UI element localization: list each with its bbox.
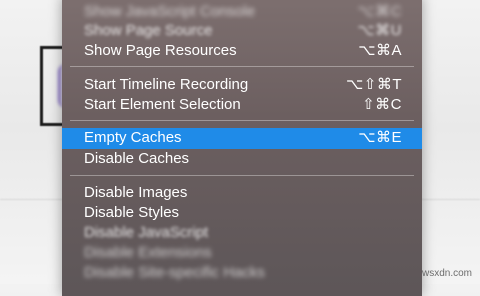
menu-item-label: Disable Images: [84, 184, 188, 201]
menu-separator: [70, 66, 414, 67]
menu-item-label: Show Page Resources: [84, 42, 237, 59]
menu-item-label: Empty Caches: [84, 129, 182, 146]
menu-item-disable-extensions[interactable]: Disable Extensions: [62, 243, 422, 263]
menu-separator: [70, 175, 414, 176]
menu-item-label: Disable Styles: [84, 204, 180, 221]
menu-item-label: Start Element Selection: [84, 96, 241, 113]
menu-item-show-javascript-console[interactable]: Show JavaScript Console ⌥⌘C: [62, 2, 422, 22]
menu-item-disable-javascript[interactable]: Disable JavaScript: [62, 223, 422, 243]
develop-menu: Show JavaScript Console ⌥⌘C Show Page So…: [62, 0, 422, 296]
menu-item-disable-site-hacks[interactable]: Disable Site-specific Hacks: [62, 263, 422, 283]
menu-item-label: Disable Caches: [84, 150, 190, 167]
menu-item-label: Disable Extensions: [84, 244, 212, 261]
menu-item-label: Show JavaScript Console: [84, 3, 255, 20]
menu-separator: [70, 120, 414, 121]
menu-item-start-timeline-recording[interactable]: Start Timeline Recording ⌥⇧⌘T: [62, 75, 422, 95]
menu-item-label: Start Timeline Recording: [84, 76, 249, 93]
menu-item-shortcut: ⌥⌘U: [357, 22, 402, 39]
menu-item-shortcut: ⌥⇧⌘T: [345, 76, 402, 93]
menu-item-disable-caches[interactable]: Disable Caches: [62, 149, 422, 169]
menu-item-shortcut: ⌥⌘A: [358, 42, 402, 59]
menu-item-label: Disable Site-specific Hacks: [84, 264, 265, 281]
watermark: wsxdn.com: [421, 268, 472, 279]
menu-item-shortcut: ⇧⌘C: [362, 96, 402, 113]
menu-item-disable-styles[interactable]: Disable Styles: [62, 203, 422, 223]
menu-item-shortcut: ⌥⌘E: [358, 129, 402, 146]
menu-item-show-page-source[interactable]: Show Page Source ⌥⌘U: [62, 21, 422, 41]
menu-item-start-element-selection[interactable]: Start Element Selection ⇧⌘C: [62, 95, 422, 115]
menu-item-shortcut: ⌥⌘C: [357, 3, 402, 20]
menu-item-disable-images[interactable]: Disable Images: [62, 183, 422, 203]
menu-item-empty-caches[interactable]: Empty Caches ⌥⌘E: [62, 128, 422, 149]
menu-item-label: Disable JavaScript: [84, 224, 209, 241]
menu-item-show-page-resources[interactable]: Show Page Resources ⌥⌘A: [62, 41, 422, 61]
menu-item-label: Show Page Source: [84, 22, 213, 39]
